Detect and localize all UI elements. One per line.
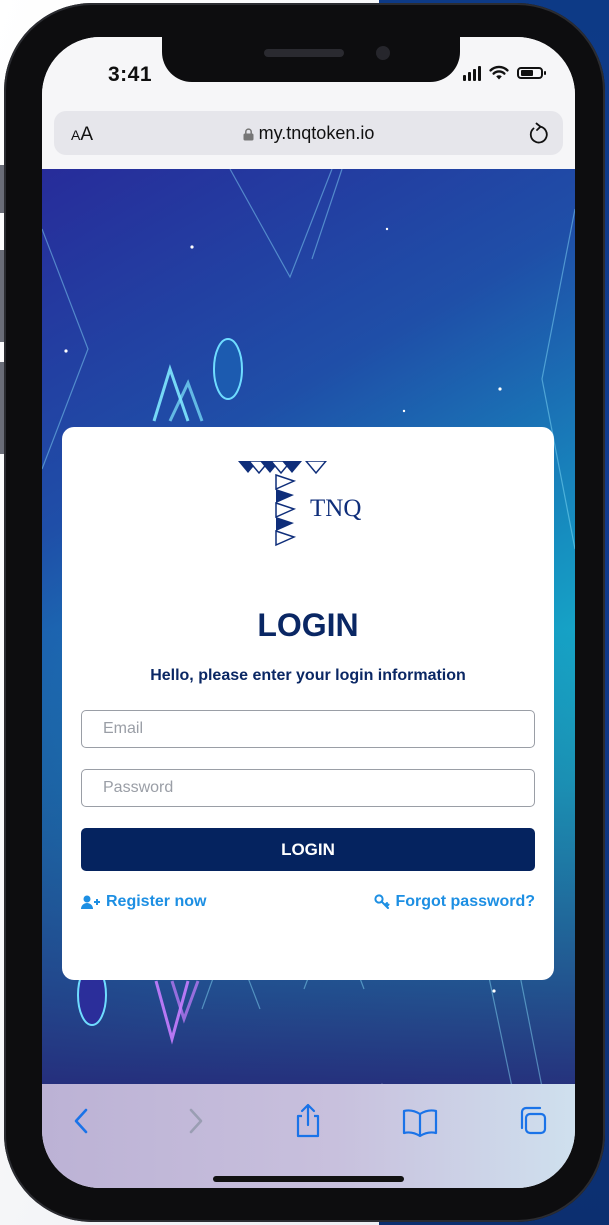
forgot-label: Forgot password?	[395, 893, 535, 910]
share-icon[interactable]	[292, 1102, 324, 1140]
key-icon	[374, 894, 390, 909]
battery-icon	[517, 67, 546, 79]
browser-toolbar	[42, 1084, 575, 1188]
status-bar: 3:41	[42, 37, 575, 107]
login-title: LOGIN	[257, 607, 359, 643]
logo-wordmark: TNQ	[310, 495, 361, 522]
home-indicator[interactable]	[213, 1176, 404, 1182]
forward-icon[interactable]	[184, 1102, 208, 1140]
register-label: Register now	[106, 893, 207, 910]
notch	[162, 37, 460, 82]
status-time: 3:41	[108, 63, 153, 86]
login-button[interactable]: LOGIN	[81, 828, 535, 871]
url-text: my.tnqtoken.io	[258, 123, 375, 143]
url-display[interactable]: my.tnqtoken.io	[54, 123, 563, 144]
reload-icon[interactable]	[527, 121, 549, 145]
wifi-icon	[489, 65, 509, 80]
tnq-logo: TNQ	[238, 461, 361, 547]
forgot-password-link[interactable]: Forgot password?	[374, 893, 535, 911]
back-icon[interactable]	[69, 1102, 93, 1140]
page-background: TNQ LOGIN Hello, please enter your login…	[42, 169, 575, 1087]
email-field[interactable]	[81, 710, 535, 748]
camera	[376, 46, 390, 60]
bookmarks-icon[interactable]	[400, 1102, 440, 1140]
register-link[interactable]: Register now	[81, 893, 206, 911]
speaker	[264, 49, 344, 57]
login-subtitle: Hello, please enter your login informati…	[150, 667, 466, 684]
add-user-icon	[81, 895, 100, 909]
signal-icon	[463, 65, 481, 81]
phone-frame: 3:41 AA my.tnqtoken.io TNQ LOGIN Hello, …	[4, 3, 605, 1222]
password-field[interactable]	[81, 769, 535, 807]
address-bar[interactable]: AA my.tnqtoken.io	[54, 111, 563, 155]
phone-screen: 3:41 AA my.tnqtoken.io TNQ LOGIN Hello, …	[42, 37, 575, 1188]
status-icons	[463, 65, 546, 81]
tabs-icon[interactable]	[516, 1102, 550, 1140]
login-card: TNQ LOGIN Hello, please enter your login…	[62, 427, 554, 980]
lock-icon	[243, 128, 254, 141]
